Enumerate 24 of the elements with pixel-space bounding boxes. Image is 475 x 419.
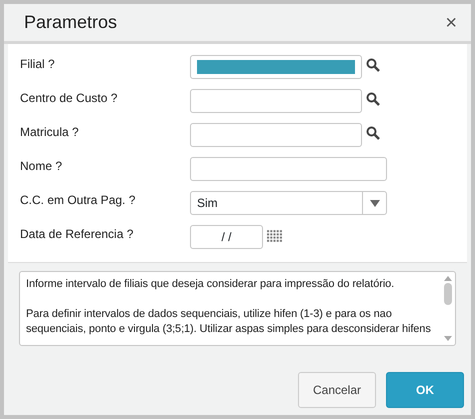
field-label: Data de Referencia ? — [20, 226, 134, 243]
search-icon[interactable] — [366, 92, 380, 106]
search-icon[interactable] — [366, 58, 380, 72]
cancel-button[interactable]: Cancelar — [298, 372, 376, 408]
scroll-down-icon[interactable] — [444, 336, 452, 341]
help-paragraph: Para definir intervalos de dados sequenciais, utilize hifen (1-3) e para os nao sequenciais, ponto e virgula (3;5;1). Utilizar aspas simples para desconsiderar hifens — [26, 307, 432, 337]
calendar-icon[interactable] — [267, 230, 282, 242]
input-field[interactable] — [190, 157, 387, 181]
input-field[interactable] — [190, 89, 362, 113]
date-field[interactable]: / / — [190, 225, 263, 249]
dropdown[interactable]: Sim — [190, 191, 387, 215]
dialog-title: Parametros — [24, 11, 118, 34]
close-button[interactable]: × — [441, 12, 461, 32]
input-field[interactable] — [190, 55, 362, 79]
field-label: Matricula ? — [20, 124, 80, 141]
search-icon[interactable] — [366, 126, 380, 140]
scroll-thumb[interactable] — [444, 282, 452, 304]
input-field[interactable] — [190, 123, 362, 147]
field-label: Filial ? — [20, 56, 56, 73]
caret-icon — [370, 200, 380, 206]
field-label: Centro de Custo ? — [20, 90, 118, 107]
field-label: C.C. em Outra Pag. ? — [20, 192, 136, 209]
help-paragraph: Informe intervalo de filiais que deseja considerar para impressão do relatório. — [26, 277, 396, 292]
field-label: Nome ? — [20, 158, 64, 175]
